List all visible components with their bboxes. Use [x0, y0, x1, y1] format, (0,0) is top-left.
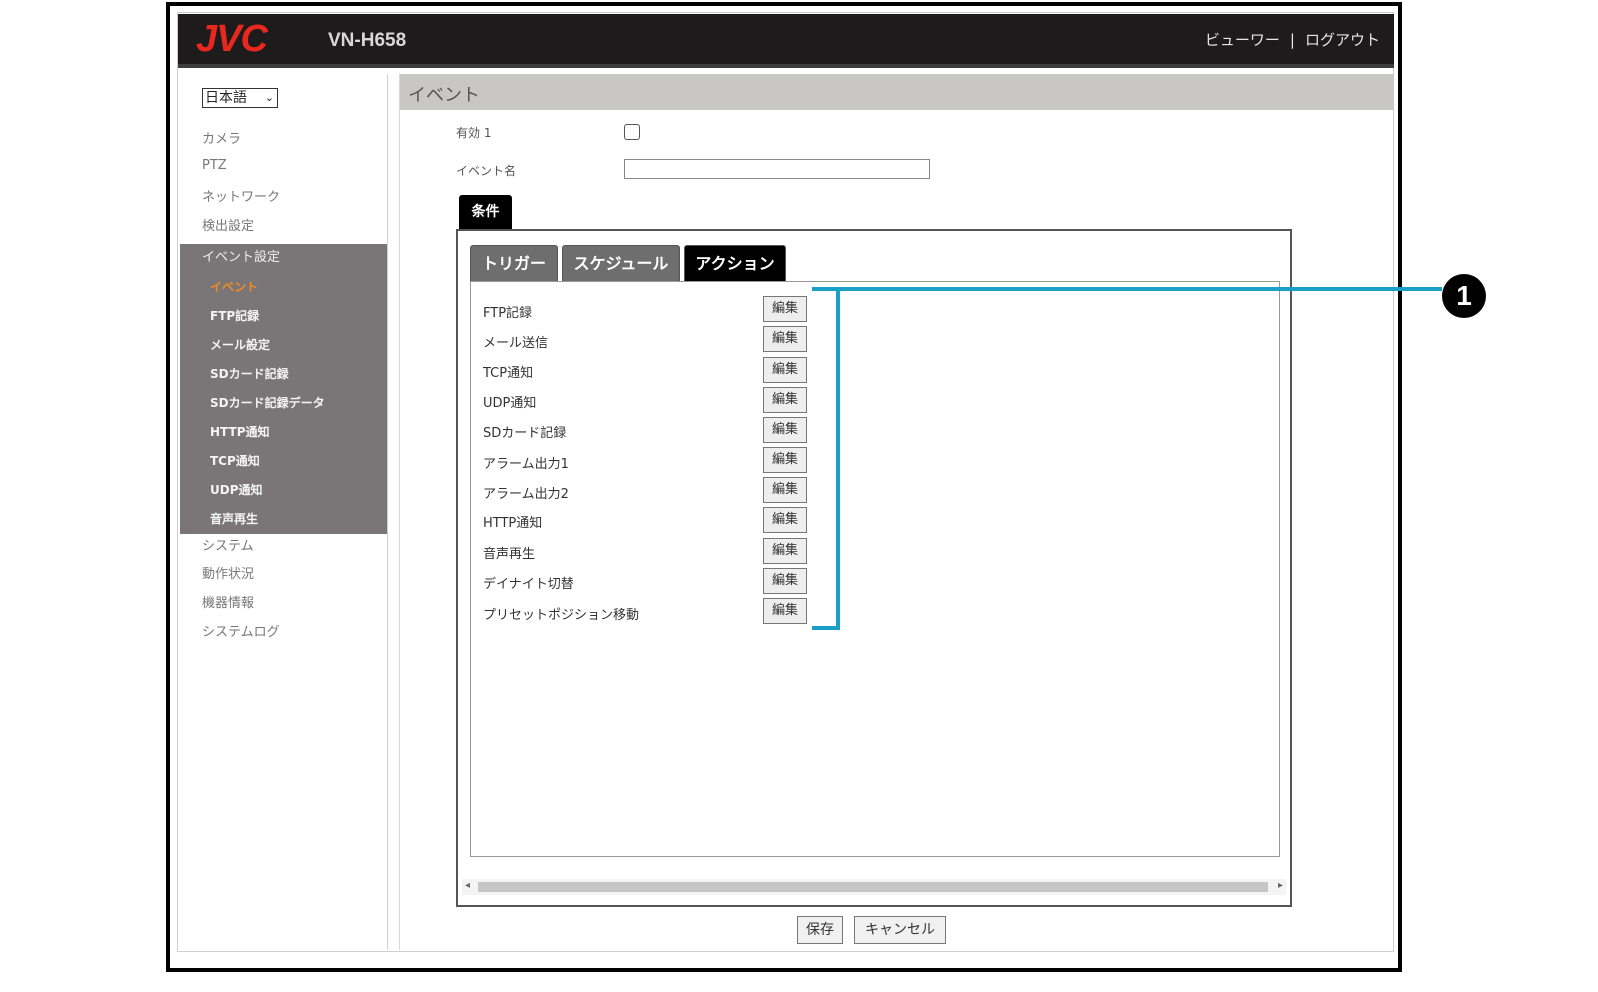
- action-label-day-night: デイナイト切替: [483, 577, 574, 592]
- language-select[interactable]: 日本語 ⌄: [202, 88, 278, 108]
- logout-link[interactable]: ログアウト: [1305, 31, 1380, 49]
- sidebar: 日本語 ⌄ カメラ PTZ ネットワーク 検出設定 イベント設定 イベント FT…: [180, 74, 388, 950]
- sidebar-item-event-settings[interactable]: イベント設定: [202, 246, 280, 265]
- action-label-ftp: FTP記録: [483, 306, 533, 321]
- edit-button-tcp[interactable]: 編集: [763, 357, 807, 383]
- tab-schedule[interactable]: スケジュール: [562, 245, 680, 281]
- action-label-alarm-2: アラーム出力2: [483, 487, 569, 502]
- scrollbar-thumb[interactable]: [478, 882, 1268, 892]
- edit-button-day-night[interactable]: 編集: [763, 568, 807, 594]
- viewer-link[interactable]: ビューワー: [1205, 31, 1280, 49]
- top-bar: JVC VN-H658 ビューワー | ログアウト: [178, 14, 1394, 68]
- sidebar-subitem-sd-record[interactable]: SDカード記録: [210, 365, 289, 382]
- edit-button-preset[interactable]: 編集: [763, 598, 807, 624]
- event-name-label: イベント名: [456, 164, 517, 178]
- edit-button-http[interactable]: 編集: [763, 507, 807, 533]
- action-list: FTP記録 編集 メール送信 編集 TCP通知 編集 UDP通知 編集 SDカー…: [470, 281, 1280, 857]
- cancel-button[interactable]: キャンセル: [854, 916, 946, 944]
- page-title: イベント: [408, 85, 480, 106]
- event-name-input[interactable]: [624, 159, 930, 179]
- action-label-audio: 音声再生: [483, 547, 536, 562]
- edit-button-audio[interactable]: 編集: [763, 538, 807, 564]
- action-label-tcp: TCP通知: [483, 366, 534, 381]
- edit-button-alarm-2[interactable]: 編集: [763, 477, 807, 503]
- enable-checkbox[interactable]: [624, 124, 640, 140]
- tab-action[interactable]: アクション: [684, 245, 786, 281]
- top-links: ビューワー | ログアウト: [1205, 29, 1380, 50]
- main-content: イベント 有効 1 イベント名 条件 トリガー スケジュール アクション FTP…: [399, 74, 1394, 950]
- sidebar-item-ptz[interactable]: PTZ: [202, 158, 227, 173]
- action-label-http: HTTP通知: [483, 516, 543, 531]
- language-value: 日本語: [205, 90, 247, 106]
- sidebar-subitem-tcp[interactable]: TCP通知: [210, 452, 260, 469]
- sidebar-item-system-log[interactable]: システムログ: [202, 621, 280, 640]
- edit-button-udp[interactable]: 編集: [763, 387, 807, 413]
- sidebar-subitem-event[interactable]: イベント: [210, 278, 258, 295]
- tab-condition[interactable]: 条件: [459, 195, 512, 229]
- sidebar-subitem-ftp[interactable]: FTP記録: [210, 307, 259, 324]
- callout-bracket: [836, 289, 840, 630]
- scroll-left-icon[interactable]: ◂: [465, 880, 470, 891]
- sidebar-subitem-http[interactable]: HTTP通知: [210, 423, 270, 440]
- scroll-right-icon[interactable]: ▸: [1278, 880, 1283, 891]
- jvc-logo: JVC: [196, 18, 268, 60]
- edit-button-mail[interactable]: 編集: [763, 326, 807, 352]
- sidebar-subitem-sd-data[interactable]: SDカード記録データ: [210, 394, 325, 411]
- callout-line: [812, 287, 1442, 291]
- sidebar-subitem-audio[interactable]: 音声再生: [210, 510, 258, 527]
- sidebar-item-system[interactable]: システム: [202, 535, 254, 554]
- sidebar-subitem-udp[interactable]: UDP通知: [210, 481, 263, 498]
- horizontal-scrollbar[interactable]: ◂ ▸: [462, 879, 1286, 895]
- action-label-udp: UDP通知: [483, 396, 537, 411]
- sidebar-group-event-settings: イベント設定 イベント FTP記録 メール設定 SDカード記録 SDカード記録デ…: [180, 244, 387, 534]
- sidebar-item-camera[interactable]: カメラ: [202, 128, 241, 147]
- tab-trigger[interactable]: トリガー: [470, 245, 558, 281]
- edit-button-alarm-1[interactable]: 編集: [763, 447, 807, 473]
- sidebar-subitem-mail[interactable]: メール設定: [210, 336, 270, 353]
- enable-label: 有効 1: [456, 126, 492, 140]
- sidebar-item-status[interactable]: 動作状況: [202, 563, 254, 582]
- action-label-preset: プリセットポジション移動: [483, 608, 640, 623]
- link-separator: |: [1289, 31, 1295, 49]
- page-header: イベント: [400, 74, 1394, 110]
- callout-bracket-end: [812, 626, 840, 630]
- chevron-down-icon: ⌄: [264, 91, 274, 104]
- callout-number-badge: 1: [1442, 274, 1486, 318]
- edit-button-sd-record[interactable]: 編集: [763, 417, 807, 443]
- sidebar-item-device-info[interactable]: 機器情報: [202, 592, 254, 611]
- condition-panel: トリガー スケジュール アクション FTP記録 編集 メール送信 編集 TCP通…: [456, 229, 1292, 907]
- action-label-sd-record: SDカード記録: [483, 426, 567, 441]
- action-label-alarm-1: アラーム出力1: [483, 457, 569, 472]
- edit-button-ftp[interactable]: 編集: [763, 296, 807, 322]
- action-label-mail: メール送信: [483, 336, 549, 351]
- sidebar-item-network[interactable]: ネットワーク: [202, 186, 280, 205]
- model-name: VN-H658: [328, 30, 407, 51]
- save-button[interactable]: 保存: [797, 916, 843, 944]
- sidebar-item-detection[interactable]: 検出設定: [202, 215, 254, 234]
